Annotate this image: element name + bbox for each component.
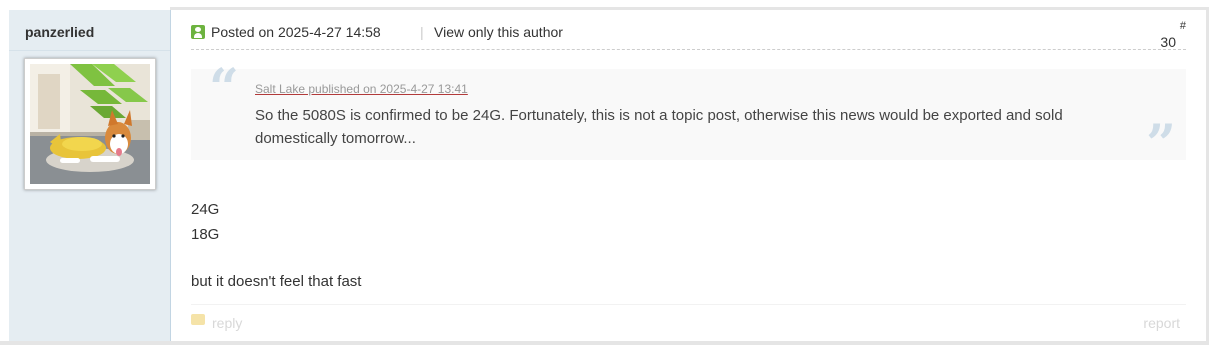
report-button[interactable]: report (1143, 315, 1180, 331)
quote-open-icon: “ (209, 58, 239, 119)
post-body: 24G 18G but it doesn't feel that fast (191, 197, 361, 294)
post-line: 18G (191, 226, 220, 243)
author-name[interactable]: panzerlied (25, 24, 94, 40)
quote-block: “ Salt Lake published on 2025-4-27 13:41… (191, 63, 1186, 171)
quote-text: So the 5080S is confirmed to be 24G. For… (255, 107, 1063, 147)
floor-number-link[interactable]: # 30 (1160, 20, 1190, 50)
post-line: but it doesn't feel that fast (191, 273, 362, 290)
quote-source-link[interactable]: Salt Lake published on 2025-4-27 13:41 (255, 82, 468, 96)
sidebar-divider (9, 50, 170, 51)
view-only-author-link[interactable]: View only this author (434, 24, 563, 40)
online-status-icon (191, 25, 205, 39)
quote-close-icon: ” (1146, 114, 1176, 175)
post-content: Posted on 2025-4-27 14:58 | View only th… (171, 10, 1206, 343)
post-line: 24G (191, 201, 220, 218)
corgi-avatar-icon (30, 64, 150, 184)
floor-hash: # (1179, 20, 1186, 32)
floor-number: 30 (1160, 34, 1176, 50)
header-separator: | (420, 24, 424, 40)
post-header: Posted on 2025-4-27 14:58 | View only th… (191, 20, 1186, 50)
post-footer: reply report (191, 304, 1186, 335)
reply-icon (191, 314, 205, 325)
author-sidebar: panzerlied (9, 10, 171, 343)
reply-button[interactable]: reply (212, 315, 242, 331)
avatar[interactable] (24, 58, 156, 190)
post-timestamp: Posted on 2025-4-27 14:58 (211, 24, 381, 40)
bottom-border (0, 341, 1209, 345)
